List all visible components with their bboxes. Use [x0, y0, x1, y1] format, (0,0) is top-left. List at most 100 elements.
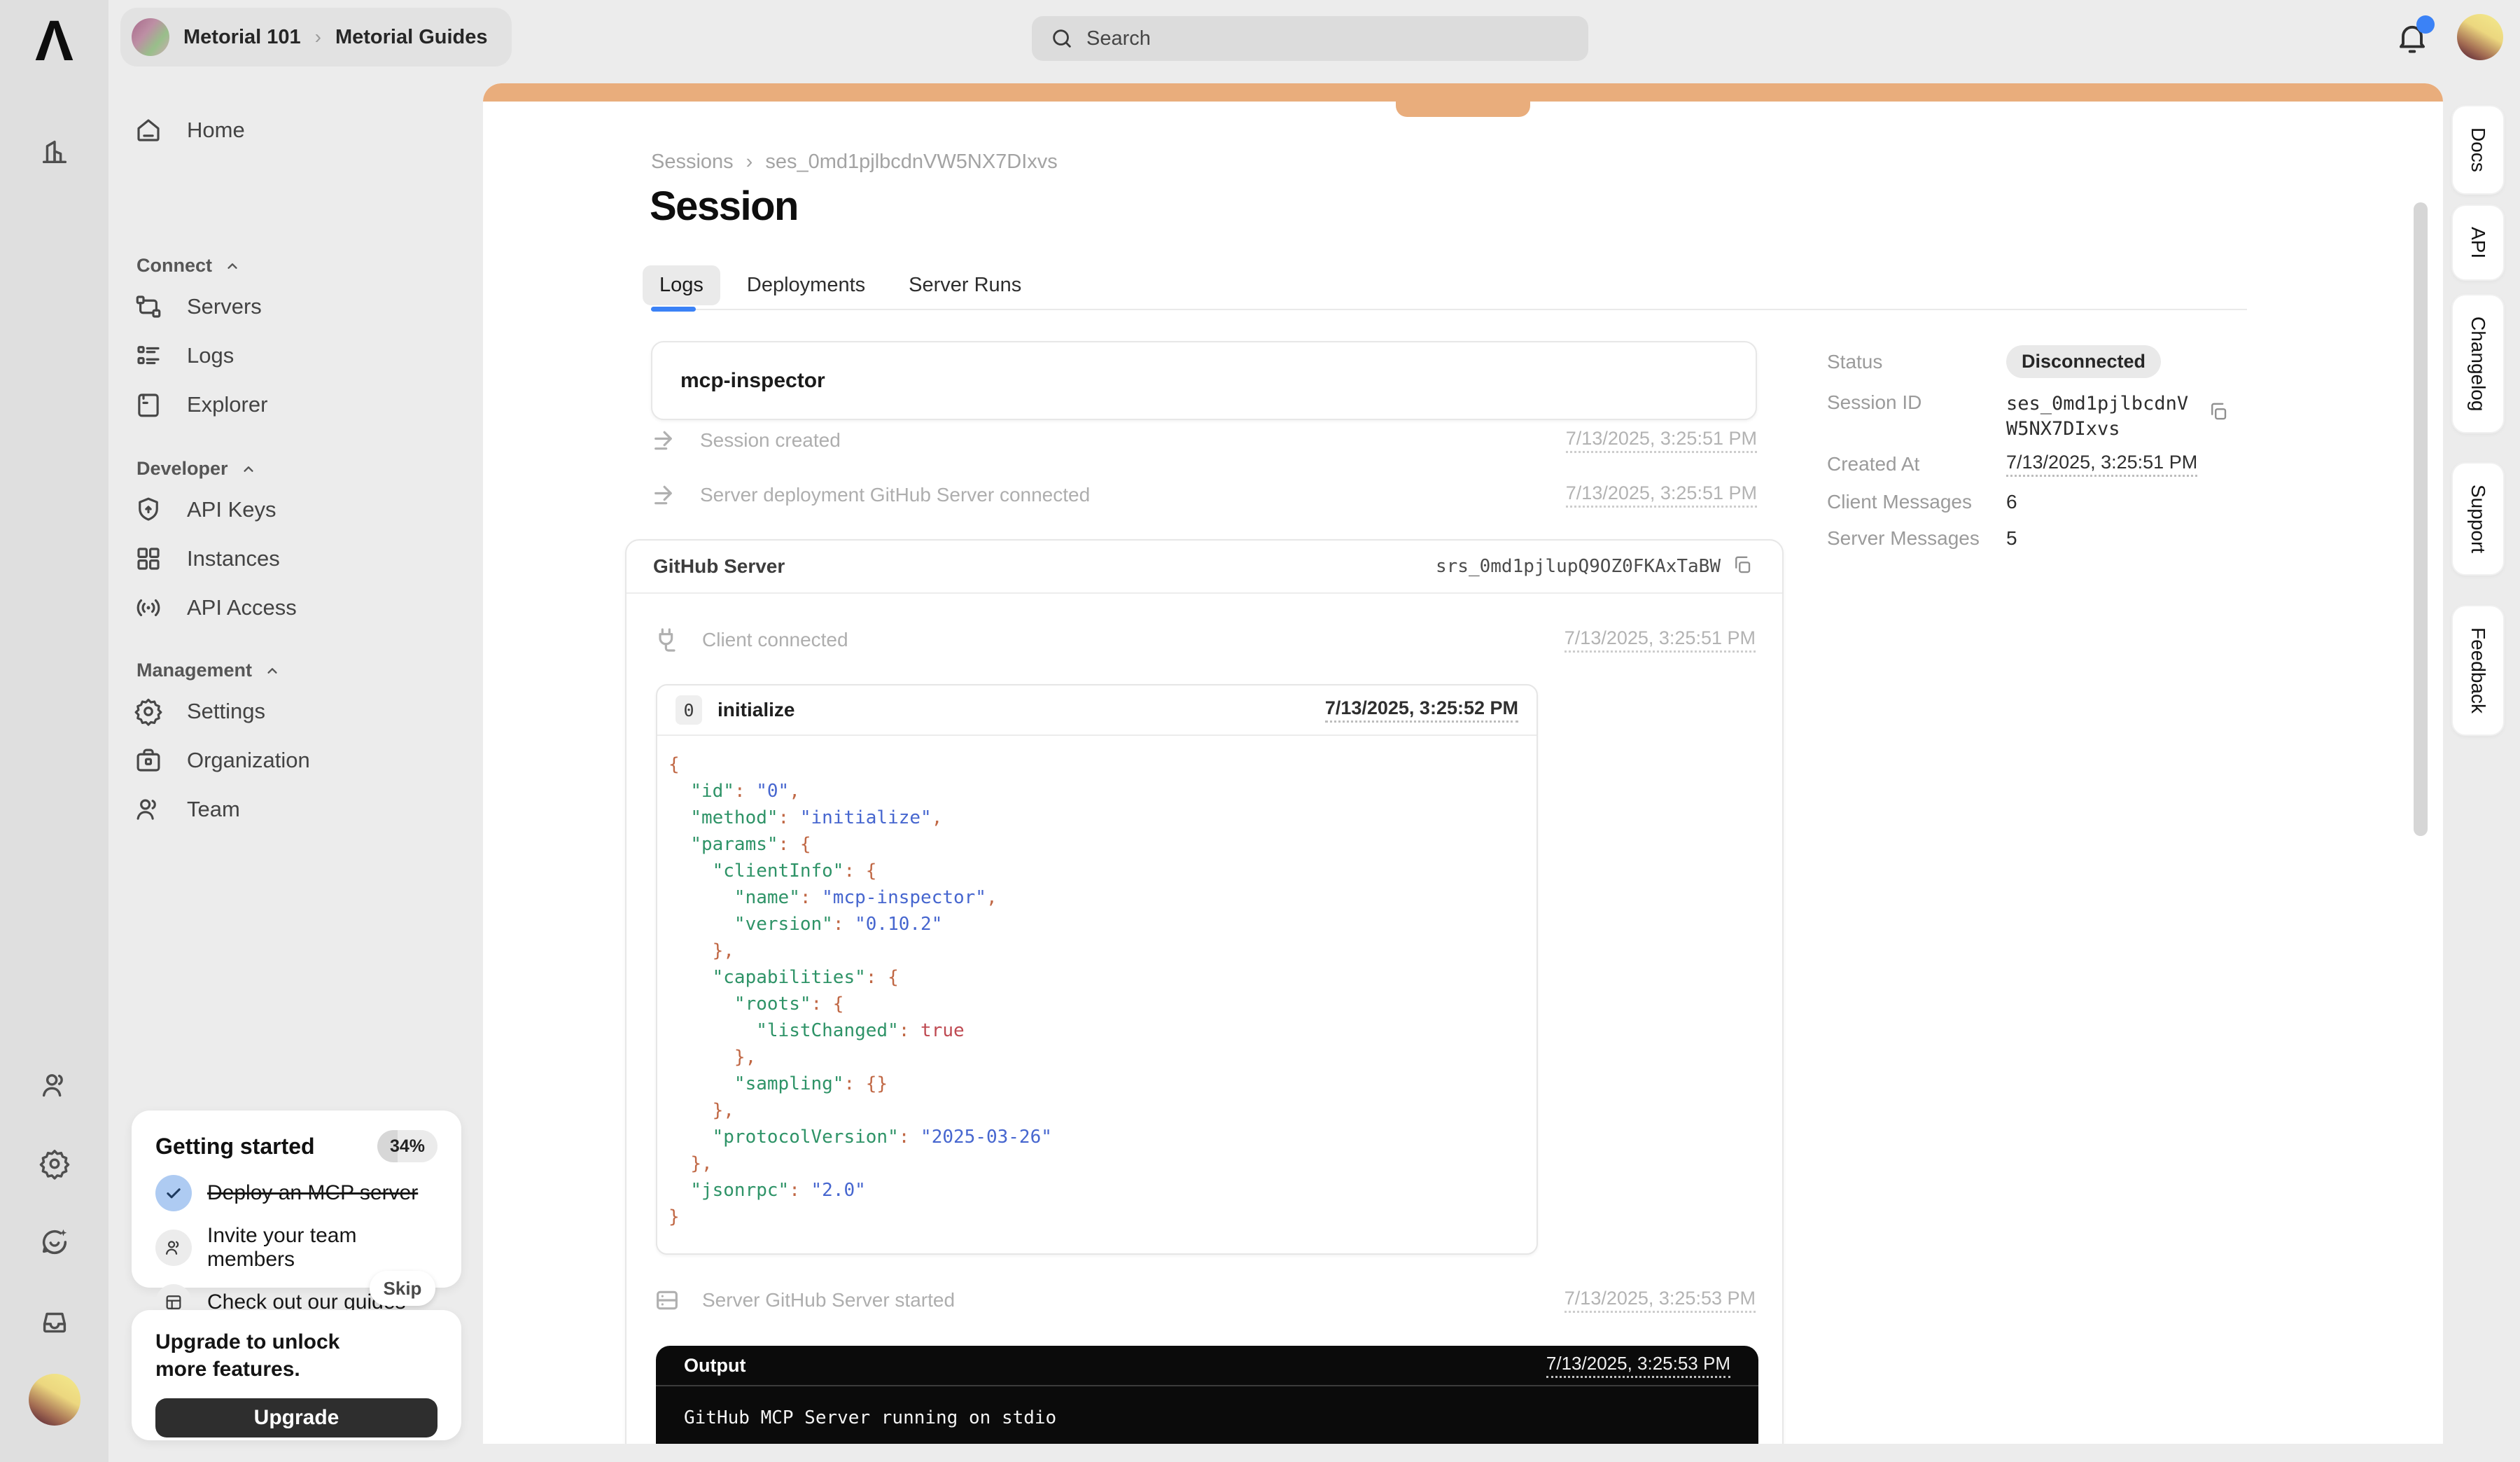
- sidebar-section-developer[interactable]: Developer: [136, 458, 258, 480]
- clipboard-icon: [134, 390, 163, 419]
- timestamp: 7/13/2025, 3:25:52 PM: [1325, 697, 1518, 723]
- server-name: GitHub Server: [653, 555, 1436, 578]
- event-server-started: Server GitHub Server started 7/13/2025, …: [653, 1279, 1756, 1321]
- output-log-line: GitHub MCP Server running on stdio: [656, 1386, 1758, 1444]
- breadcrumb-chevron-icon: ›: [315, 26, 321, 48]
- checklist-item-invite[interactable]: Invite your team members: [155, 1224, 438, 1272]
- breadcrumb-session-id: ses_0md1pjlbcdnVW5NX7DIxvs: [765, 151, 1057, 174]
- sidebar-item-api-access[interactable]: API Access: [134, 585, 472, 630]
- workflow-icon: [134, 292, 163, 321]
- tab-server-runs[interactable]: Server Runs: [892, 265, 1038, 305]
- workspace-avatar: [132, 18, 169, 56]
- members-icon[interactable]: [36, 1067, 73, 1104]
- viewport-bottom-gap: [483, 1444, 2520, 1462]
- organization-buildings-icon[interactable]: [36, 133, 73, 169]
- status-badge: Disconnected: [2006, 345, 2161, 378]
- breadcrumb-chevron-icon: ›: [746, 151, 753, 174]
- timestamp: 7/13/2025, 3:25:51 PM: [1564, 627, 1756, 653]
- search-input[interactable]: Search: [1032, 16, 1588, 61]
- message-header: 0 initialize 7/13/2025, 3:25:52 PM: [657, 685, 1536, 736]
- chevron-up-icon: [263, 662, 281, 680]
- edge-tab-api[interactable]: API: [2451, 204, 2505, 281]
- detail-status: Status Disconnected: [1827, 345, 2247, 378]
- shield-icon: [134, 495, 163, 524]
- detail-server-messages: Server Messages 5: [1827, 527, 2247, 550]
- session-id-value: ses_0md1pjlbcdnVW5NX7DIxvs: [2006, 391, 2197, 442]
- timestamp: 7/13/2025, 3:25:53 PM: [1546, 1353, 1730, 1378]
- inbox-icon[interactable]: [36, 1304, 73, 1340]
- briefcase-icon: [134, 746, 163, 775]
- check-icon: [155, 1175, 192, 1211]
- sidebar-item-instances[interactable]: Instances: [134, 536, 472, 581]
- tabs-divider: [651, 309, 2247, 310]
- sidebar-item-settings[interactable]: Settings: [134, 689, 472, 734]
- app-window: Λ Metorial 101 › Metorial Guides Search: [0, 0, 2520, 1462]
- created-at-value: 7/13/2025, 3:25:51 PM: [2006, 452, 2197, 477]
- detail-session-id: Session ID ses_0md1pjlbcdnVW5NX7DIxvs: [1827, 391, 2247, 442]
- copy-icon[interactable]: [1732, 555, 1756, 578]
- output-header: Output 7/13/2025, 3:25:53 PM: [656, 1346, 1758, 1386]
- client-card: mcp-inspector: [651, 341, 1757, 420]
- tab-deployments[interactable]: Deployments: [730, 265, 882, 305]
- copy-icon[interactable]: [2208, 401, 2232, 425]
- checklist-item-deploy[interactable]: Deploy an MCP server: [155, 1175, 438, 1211]
- notifications-bell-icon[interactable]: [2394, 20, 2430, 56]
- server-run-card: GitHub Server srs_0md1pjlupQ9OZ0FKAxTaBW…: [625, 539, 1784, 1444]
- sidebar-item-logs[interactable]: Logs: [134, 333, 472, 378]
- main-content-panel: Sessions › ses_0md1pjlbcdnVW5NX7DIxvs Se…: [483, 83, 2443, 1444]
- breadcrumb: Sessions › ses_0md1pjlbcdnVW5NX7DIxvs: [651, 151, 1058, 174]
- edge-tab-docs[interactable]: Docs: [2451, 105, 2505, 195]
- grid-icon: [134, 544, 163, 573]
- getting-started-panel: Getting started 34% Deploy an MCP server…: [132, 1111, 461, 1288]
- home-icon: [134, 116, 163, 145]
- getting-started-title: Getting started: [155, 1134, 315, 1160]
- feedback-chat-icon[interactable]: [36, 1224, 73, 1260]
- output-title: Output: [684, 1355, 1546, 1377]
- timestamp: 7/13/2025, 3:25:51 PM: [1566, 482, 1757, 508]
- sidebar-section-connect[interactable]: Connect: [136, 255, 241, 277]
- gear-icon: [134, 697, 163, 726]
- output-console: Output 7/13/2025, 3:25:53 PM GitHub MCP …: [656, 1346, 1758, 1444]
- message-method: initialize: [718, 699, 1310, 721]
- project-name: Metorial Guides: [335, 26, 488, 49]
- detail-client-messages: Client Messages 6: [1827, 491, 2247, 513]
- upgrade-button[interactable]: Upgrade: [155, 1398, 438, 1437]
- settings-gear-icon[interactable]: [36, 1146, 73, 1182]
- sidebar-item-explorer[interactable]: Explorer: [134, 382, 472, 427]
- sidebar-item-organization[interactable]: Organization: [134, 738, 472, 783]
- breadcrumb-sessions-link[interactable]: Sessions: [651, 151, 734, 174]
- progress-badge: 34%: [377, 1130, 438, 1162]
- sidebar-section-management[interactable]: Management: [136, 660, 281, 681]
- edge-tab-support[interactable]: Support: [2451, 462, 2505, 576]
- skip-button[interactable]: Skip: [370, 1271, 435, 1306]
- user-avatar[interactable]: [29, 1374, 80, 1426]
- metorial-logo-icon[interactable]: Λ: [0, 13, 108, 70]
- edge-tab-feedback[interactable]: Feedback: [2451, 605, 2505, 736]
- workspace-switcher[interactable]: Metorial 101 › Metorial Guides: [120, 8, 512, 67]
- server-messages-count: 5: [2006, 527, 2017, 550]
- users-icon: [134, 795, 163, 824]
- sidebar-item-api-keys[interactable]: API Keys: [134, 487, 472, 532]
- upgrade-message: Upgrade to unlock more features.: [155, 1328, 386, 1383]
- event-client-connected: Client connected 7/13/2025, 3:25:51 PM: [653, 619, 1756, 661]
- message-card-initialize[interactable]: 0 initialize 7/13/2025, 3:25:52 PM { "id…: [656, 684, 1538, 1255]
- session-details: Status Disconnected Session ID ses_0md1p…: [1827, 341, 2247, 579]
- notification-badge: [2416, 15, 2435, 34]
- tab-logs[interactable]: Logs: [643, 265, 720, 305]
- vertical-scrollbar[interactable]: [2414, 202, 2428, 836]
- trial-accent-tab: [1396, 102, 1530, 117]
- topbar: Metorial 101 › Metorial Guides Search: [108, 0, 2520, 78]
- search-placeholder: Search: [1086, 27, 1151, 50]
- sidebar-item-team[interactable]: Team: [134, 787, 472, 832]
- json-payload: { "id": "0", "method": "initialize", "pa…: [657, 736, 1536, 1246]
- workspace-name: Metorial 101: [183, 26, 301, 49]
- sidebar-item-servers[interactable]: Servers: [134, 284, 472, 329]
- client-messages-count: 6: [2006, 491, 2017, 513]
- page-title: Session: [650, 183, 798, 230]
- edge-tab-rail: Docs API Changelog Support Feedback: [2451, 0, 2506, 1462]
- plug-icon: [653, 626, 681, 654]
- users-icon: [155, 1230, 192, 1266]
- sidebar-item-home[interactable]: Home: [134, 108, 472, 153]
- edge-tab-changelog[interactable]: Changelog: [2451, 294, 2505, 433]
- forward-arrow-icon: [651, 481, 679, 509]
